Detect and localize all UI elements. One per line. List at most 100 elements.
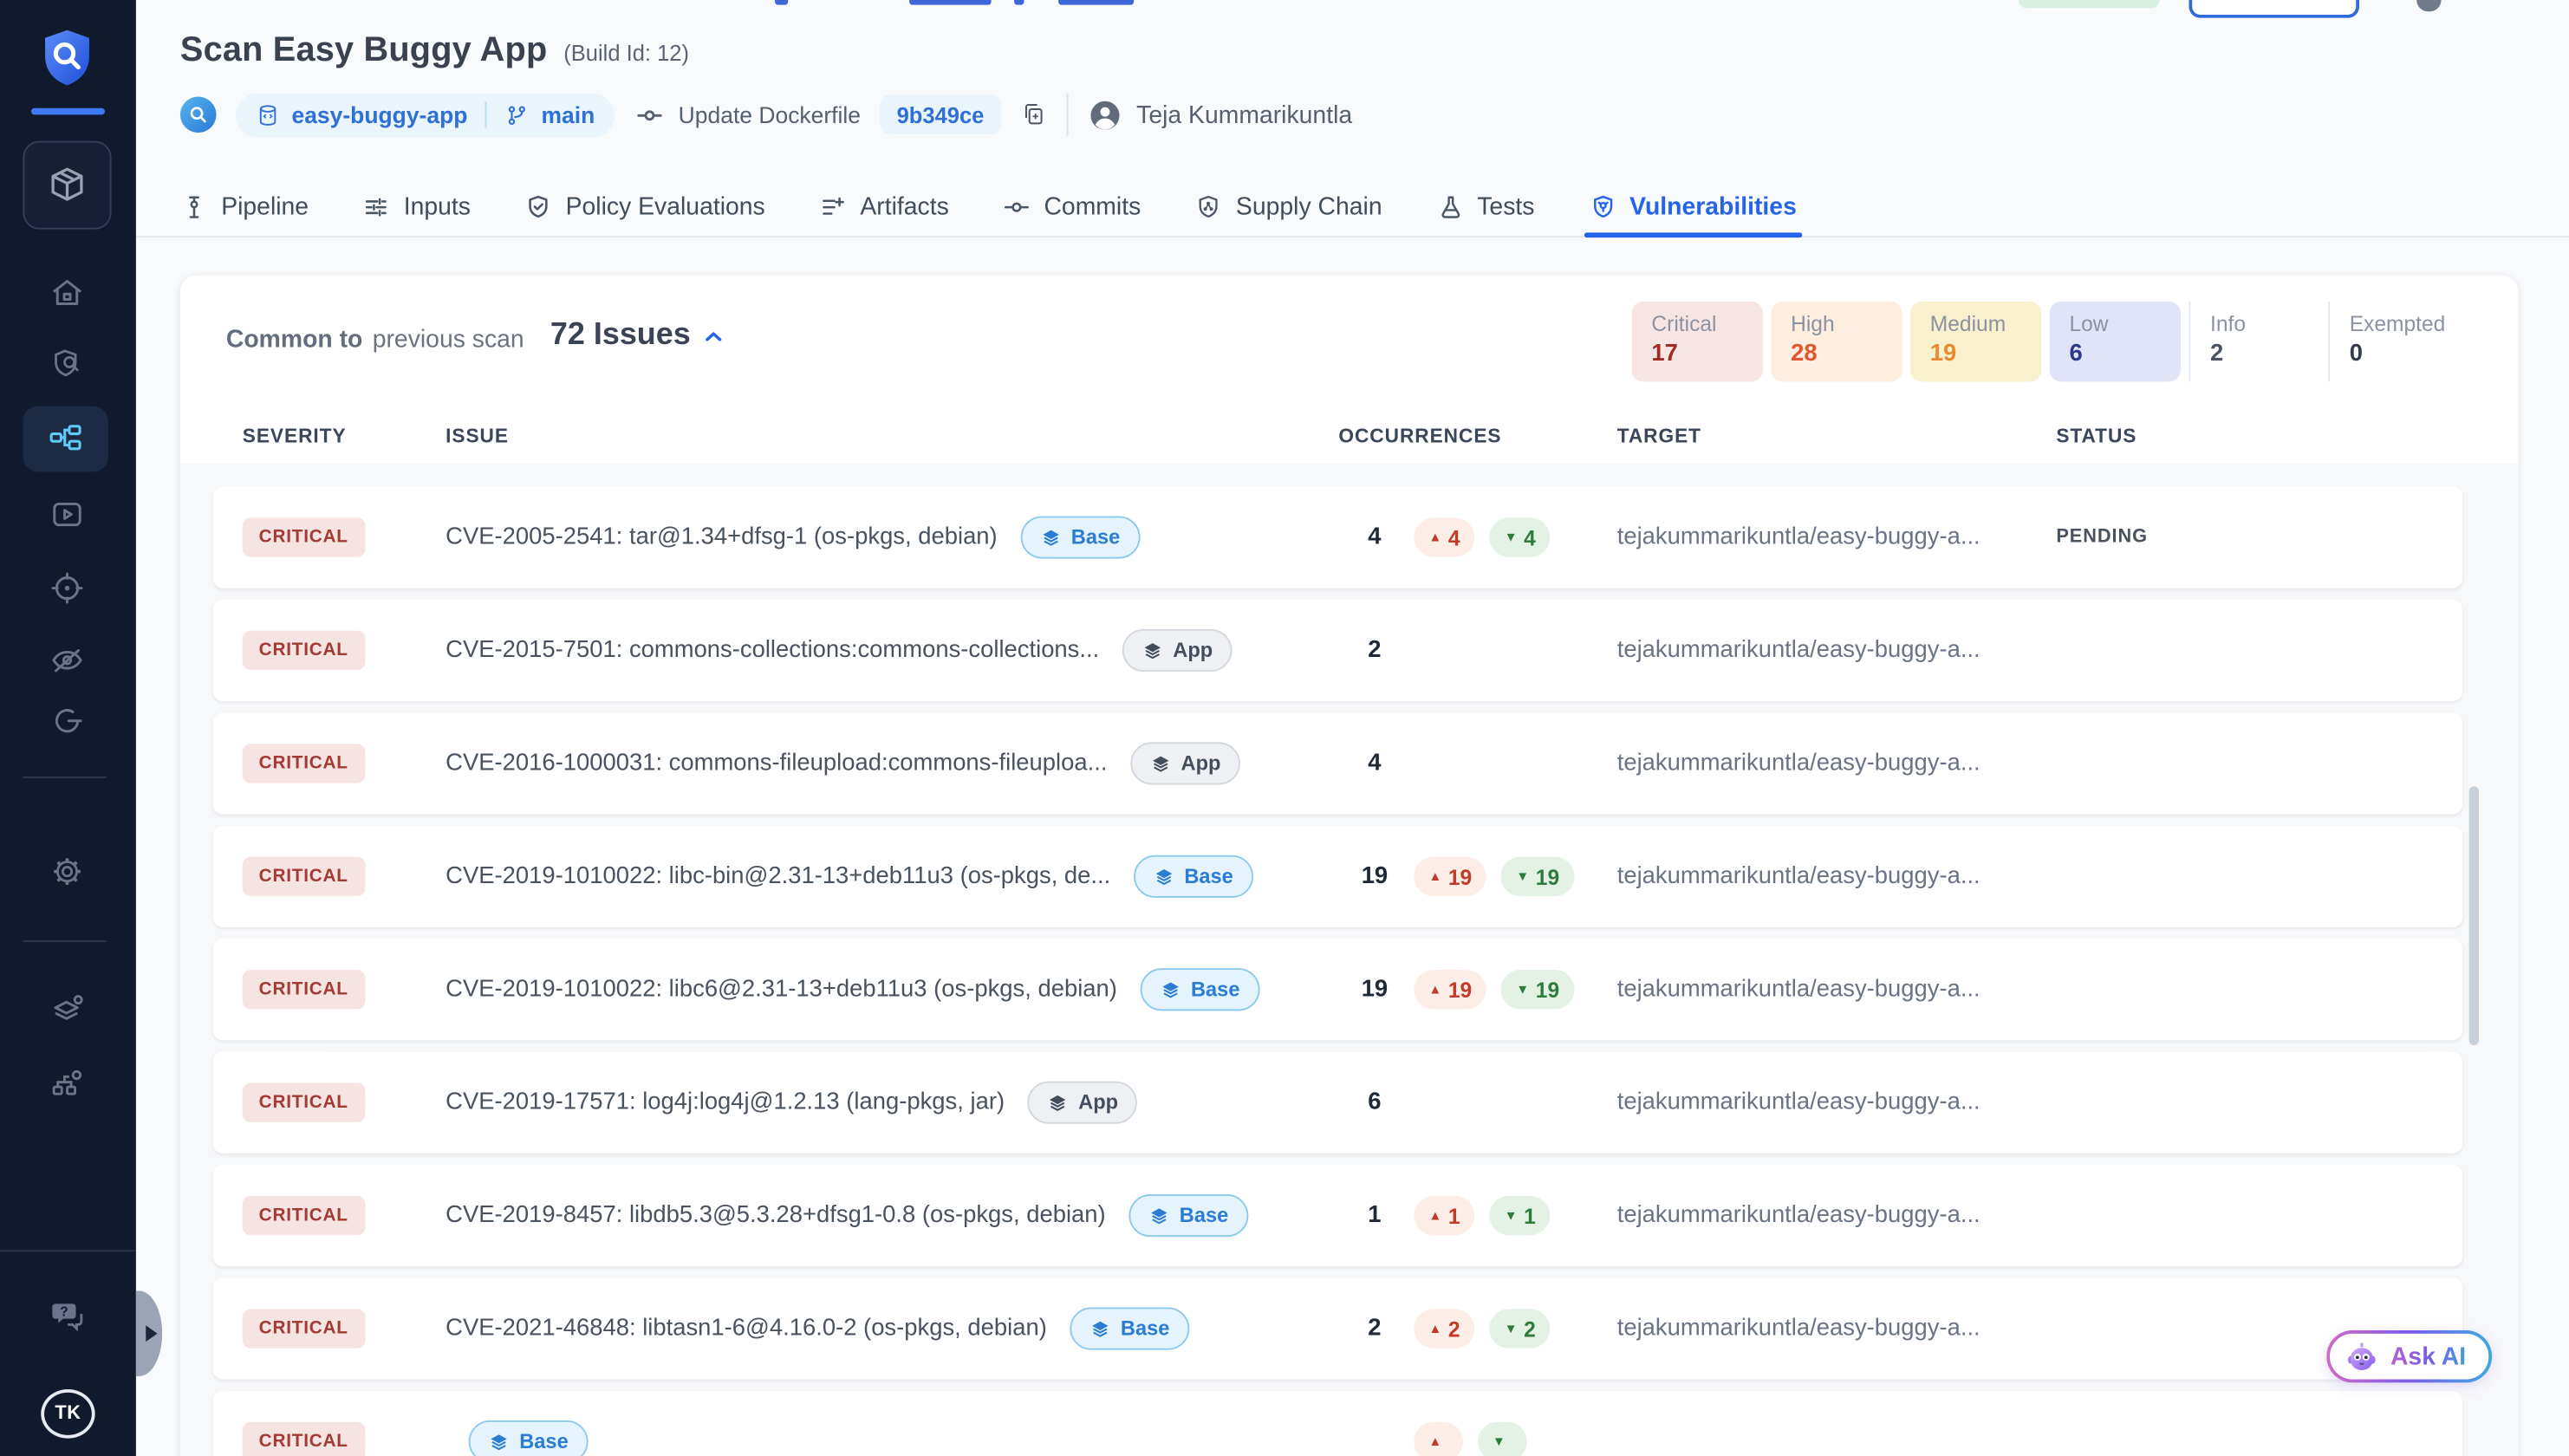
tab-tests[interactable]: Tests: [1436, 177, 1534, 236]
sidebar-item-targets[interactable]: [48, 569, 87, 608]
decrease-pill: ▼19: [1501, 970, 1574, 1009]
layers-icon: [1153, 866, 1174, 887]
shield-scan-icon: [49, 346, 86, 382]
severity-card-low[interactable]: Low 6: [2050, 302, 2181, 382]
clipped-action-button[interactable]: [2189, 0, 2359, 18]
sidebar-item-settings[interactable]: [48, 852, 87, 891]
clipped-nav-fragment: [909, 0, 992, 5]
sliders-icon: [362, 192, 390, 220]
sidebar-item-exemptions[interactable]: [48, 640, 87, 679]
column-issue: ISSUE: [446, 425, 1338, 447]
target-name: tejakummarikuntla/easy-buggy-a...: [1617, 1316, 2057, 1342]
sidebar-item-help[interactable]: ?: [48, 1296, 87, 1335]
author-name: Teja Kummarikuntla: [1136, 101, 1352, 128]
sidebar: ? TK: [0, 0, 136, 1456]
comparison-label-rest: previous scan: [373, 326, 524, 354]
svg-text:?: ?: [59, 1303, 67, 1318]
table-row[interactable]: CRITICAL Base ▲ ▼: [213, 1391, 2462, 1456]
severity-card-info[interactable]: Info 2: [2189, 302, 2319, 382]
sidebar-divider: [0, 1250, 136, 1251]
ask-ai-button[interactable]: Ask AI: [2326, 1330, 2492, 1382]
severity-label: Critical: [1651, 311, 1763, 335]
layer-tag: Base: [469, 1420, 589, 1456]
severity-filter-cards: Critical 17 High 28 Medium 19 Low 6 Info: [1632, 302, 2460, 382]
table-row[interactable]: CRITICAL CVE-2019-17571: log4j:log4j@1.2…: [213, 1052, 2462, 1154]
occurrences-count: 19: [1338, 977, 1410, 1003]
table-row[interactable]: CRITICAL CVE-2016-1000031: commons-fileu…: [213, 712, 2462, 814]
scrollbar-thumb[interactable]: [2469, 786, 2479, 1045]
tab-commits[interactable]: Commits: [1003, 177, 1141, 236]
sidebar-item-product-switcher[interactable]: [23, 141, 111, 230]
increase-pill: ▲: [1414, 1422, 1463, 1456]
person-icon: [1087, 97, 1122, 132]
sidebar-item-home[interactable]: [48, 274, 87, 313]
occurrences-count: 6: [1338, 1089, 1410, 1115]
column-status: STATUS: [2056, 425, 2518, 447]
severity-count: 0: [2350, 341, 2460, 367]
repository-icon: [256, 102, 280, 127]
layer-tag: Base: [1140, 968, 1259, 1011]
clipped-profile-icon[interactable]: [2416, 0, 2441, 11]
sidebar-item-scans[interactable]: [48, 344, 87, 383]
severity-badge: CRITICAL: [243, 1422, 365, 1456]
author-group: Teja Kummarikuntla: [1087, 97, 1352, 132]
commit-sha-pill[interactable]: 9b349ce: [881, 95, 1001, 134]
issue-title: CVE-2019-8457: libdb5.3@5.3.28+dfsg1-0.8…: [446, 1202, 1106, 1228]
power-icon: [49, 703, 86, 739]
repo-branch-pill[interactable]: easy-buggy-app main: [236, 93, 615, 137]
layers-icon: [488, 1431, 510, 1453]
copy-icon[interactable]: [1020, 101, 1046, 127]
issues-count-toggle[interactable]: 72 Issues: [550, 318, 728, 354]
severity-label: High: [1791, 311, 1902, 335]
layer-tag: App: [1122, 629, 1232, 672]
user-avatar[interactable]: TK: [41, 1389, 94, 1439]
sidebar-item-executions[interactable]: [48, 495, 87, 534]
sidebar-item-integrations[interactable]: [48, 1063, 87, 1102]
help-chat-icon: ?: [49, 1297, 86, 1334]
tab-label: Artifacts: [860, 192, 948, 220]
sidebar-item-pipelines[interactable]: [23, 406, 107, 472]
layer-tag-label: Base: [1180, 1204, 1229, 1226]
clipped-nav-fragment: [1058, 0, 1134, 5]
video-icon: [49, 497, 86, 533]
severity-label: Medium: [1930, 311, 2042, 335]
table-row[interactable]: CRITICAL CVE-2019-8457: libdb5.3@5.3.28+…: [213, 1165, 2462, 1266]
tab-vulnerabilities[interactable]: Vulnerabilities: [1589, 177, 1797, 236]
tab-inputs[interactable]: Inputs: [362, 177, 471, 236]
column-severity: SEVERITY: [243, 425, 446, 447]
severity-badge: CRITICAL: [243, 1309, 365, 1348]
tab-supply-chain[interactable]: Supply Chain: [1195, 177, 1382, 236]
severity-card-critical[interactable]: Critical 17: [1632, 302, 1763, 382]
layer-tag: Base: [1020, 516, 1140, 558]
sidebar-item-tickets[interactable]: [48, 701, 87, 740]
severity-card-medium[interactable]: Medium 19: [1910, 302, 2041, 382]
layer-tag: Base: [1134, 855, 1253, 898]
tab-artifacts[interactable]: Artifacts: [819, 177, 949, 236]
column-occurrences: OCCURRENCES: [1338, 425, 1410, 447]
sidebar-divider: [23, 940, 106, 942]
chevron-right-icon: [145, 1325, 156, 1342]
repo-name: easy-buggy-app: [291, 101, 467, 127]
increase-pill: ▲1: [1414, 1196, 1474, 1235]
severity-card-high[interactable]: High 28: [1771, 302, 1902, 382]
target-name: tejakummarikuntla/easy-buggy-a...: [1617, 751, 2057, 777]
scan-summary-row: Common to previous scan 72 Issues Critic…: [180, 276, 2518, 402]
logo-underline: [31, 108, 105, 115]
tab-pipeline[interactable]: Pipeline: [180, 177, 309, 236]
sidebar-expand-handle[interactable]: [136, 1291, 162, 1376]
issue-title: CVE-2019-17571: log4j:log4j@1.2.13 (lang…: [446, 1089, 1005, 1115]
severity-badge: CRITICAL: [243, 1082, 365, 1121]
layers-icon: [1089, 1318, 1111, 1340]
table-row[interactable]: CRITICAL CVE-2015-7501: commons-collecti…: [213, 600, 2462, 701]
tab-policy-evaluations[interactable]: Policy Evaluations: [524, 177, 764, 236]
branch-name: main: [541, 101, 595, 127]
sidebar-item-base-images[interactable]: [48, 990, 87, 1029]
severity-card-exempted[interactable]: Exempted 0: [2328, 302, 2459, 382]
shield-network-icon: [1195, 192, 1223, 220]
app-logo[interactable]: [36, 23, 99, 91]
table-row[interactable]: CRITICAL CVE-2019-1010022: libc-bin@2.31…: [213, 826, 2462, 927]
table-row[interactable]: CRITICAL CVE-2005-2541: tar@1.34+dfsg-1 …: [213, 486, 2462, 588]
table-row[interactable]: CRITICAL CVE-2021-46848: libtasn1-6@4.16…: [213, 1277, 2462, 1379]
layer-tag-label: Base: [1191, 978, 1240, 1001]
table-row[interactable]: CRITICAL CVE-2019-1010022: libc6@2.31-13…: [213, 939, 2462, 1040]
